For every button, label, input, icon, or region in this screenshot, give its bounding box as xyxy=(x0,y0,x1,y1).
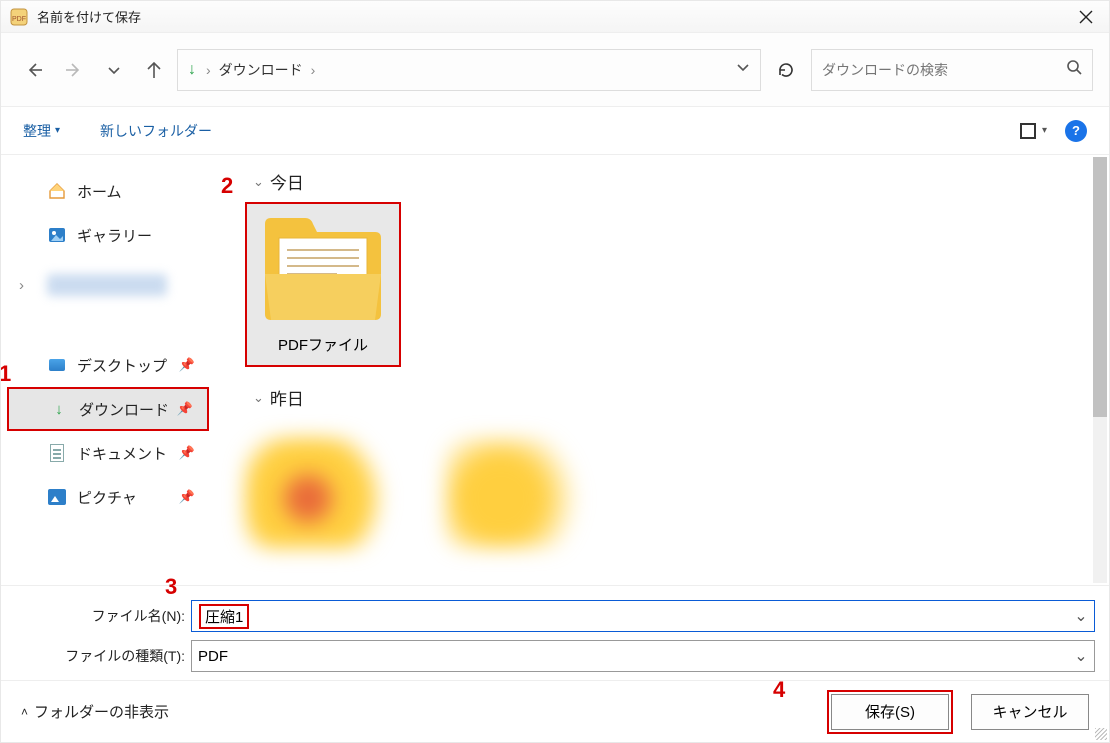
address-bar[interactable]: ↓ › ダウンロード › xyxy=(177,49,761,91)
nav-recent-button[interactable] xyxy=(97,53,131,87)
sidebar-item-home[interactable]: ホーム xyxy=(7,169,209,213)
breadcrumb-separator: › xyxy=(206,62,211,78)
sidebar-item-label: ギャラリー xyxy=(77,225,152,246)
window-title: 名前を付けて保存 xyxy=(37,7,141,26)
sidebar-item-label: ホーム xyxy=(77,181,122,202)
resize-grip[interactable] xyxy=(1095,728,1107,740)
filename-label: ファイル名(N): xyxy=(15,606,185,626)
breadcrumb: › ダウンロード › xyxy=(206,60,726,80)
home-icon xyxy=(48,183,66,199)
close-button[interactable] xyxy=(1063,1,1109,33)
refresh-icon xyxy=(777,61,795,79)
filetype-label: ファイルの種類(T): xyxy=(15,646,185,666)
download-icon: ↓ xyxy=(49,401,69,418)
sidebar-item-label: ドキュメント xyxy=(77,443,167,464)
help-button[interactable]: ? xyxy=(1065,120,1087,142)
sidebar-item-desktop[interactable]: デスクトップ 📌 xyxy=(7,343,209,387)
arrow-right-icon xyxy=(65,61,83,79)
search-box[interactable] xyxy=(811,49,1093,91)
sidebar: ホーム ギャラリー 1 デスクトップ 📌 ↓ ダウンロード 📌 xyxy=(1,155,213,585)
titlebar: PDF 名前を付けて保存 xyxy=(1,1,1109,33)
scrollbar-thumb[interactable] xyxy=(1093,157,1107,417)
address-expand[interactable] xyxy=(736,60,750,79)
sidebar-item-documents[interactable]: ドキュメント 📌 xyxy=(7,431,209,475)
folder-item-blurred[interactable] xyxy=(245,438,417,568)
file-fields: 3 ファイル名(N): 圧縮1 ⌄ ファイルの種類(T): PDF ⌄ xyxy=(1,585,1109,680)
filename-value: 圧縮1 xyxy=(199,604,249,629)
save-button[interactable]: 保存(S) xyxy=(831,694,949,730)
desktop-icon xyxy=(49,359,65,371)
filetype-row: ファイルの種類(T): PDF ⌄ xyxy=(15,640,1095,672)
new-folder-button[interactable]: 新しいフォルダー xyxy=(100,121,212,141)
view-mode-icon xyxy=(1020,123,1036,139)
folder-item-blurred[interactable] xyxy=(445,438,617,568)
download-icon: ↓ xyxy=(188,61,196,79)
sidebar-item-label: ダウンロード xyxy=(79,399,169,420)
hide-folders-button[interactable]: ˄ フォルダーの非表示 xyxy=(21,701,169,722)
gallery-icon xyxy=(48,227,66,243)
toolbar: 整理 ▾ 新しいフォルダー ▾ ? xyxy=(1,107,1109,155)
redacted-label xyxy=(47,274,167,296)
group-header-yesterday[interactable]: ⌄ 昨日 xyxy=(253,385,1097,410)
app-icon: PDF xyxy=(9,7,29,27)
annotation-2: 2 xyxy=(221,173,233,199)
document-icon xyxy=(50,444,64,462)
nav-row: ↓ › ダウンロード › xyxy=(1,33,1109,107)
filetype-dropdown[interactable]: ⌄ xyxy=(1068,646,1094,666)
footer: ˄ フォルダーの非表示 4 保存(S) キャンセル xyxy=(1,680,1109,742)
cancel-button[interactable]: キャンセル xyxy=(971,694,1089,730)
view-mode-button[interactable]: ▾ xyxy=(1020,123,1047,139)
filename-input[interactable]: 圧縮1 ⌄ xyxy=(191,600,1095,632)
breadcrumb-current[interactable]: ダウンロード xyxy=(219,60,303,80)
search-icon xyxy=(1066,59,1082,80)
refresh-button[interactable] xyxy=(767,51,805,89)
pin-icon: 📌 xyxy=(179,489,195,505)
chevron-down-icon: ⌄ xyxy=(253,174,264,190)
chevron-up-icon: ˄ xyxy=(21,705,28,719)
folder-item-selected[interactable]: PDFファイル xyxy=(245,202,401,367)
nav-back-button[interactable] xyxy=(17,53,51,87)
chevron-down-icon xyxy=(736,60,750,74)
close-icon xyxy=(1079,10,1093,24)
group-header-today[interactable]: ⌄ 今日 xyxy=(253,169,1097,194)
search-input[interactable] xyxy=(822,62,1066,78)
nav-up-button[interactable] xyxy=(137,53,171,87)
organize-menu[interactable]: 整理 ▾ xyxy=(23,121,60,141)
annotation-3: 3 xyxy=(165,574,177,600)
folder-label: PDFファイル xyxy=(278,334,368,355)
chevron-down-icon xyxy=(107,63,121,77)
sidebar-item-label: ピクチャ xyxy=(77,487,137,508)
filename-row: ファイル名(N): 圧縮1 ⌄ xyxy=(15,600,1095,632)
sidebar-item-label: デスクトップ xyxy=(77,355,167,376)
pin-icon: 📌 xyxy=(179,445,195,461)
main-area: ホーム ギャラリー 1 デスクトップ 📌 ↓ ダウンロード 📌 xyxy=(1,155,1109,585)
folder-open-icon xyxy=(257,210,389,328)
sidebar-item-pictures[interactable]: ピクチャ 📌 xyxy=(7,475,209,519)
arrow-up-icon xyxy=(145,61,163,79)
sidebar-item-gallery[interactable]: ギャラリー xyxy=(7,213,209,257)
filetype-select[interactable]: PDF ⌄ xyxy=(191,640,1095,672)
file-list-area[interactable]: 2 ⌄ 今日 PDFファイル ⌄ 昨日 xyxy=(213,155,1109,585)
svg-text:PDF: PDF xyxy=(12,16,26,23)
filename-dropdown[interactable]: ⌄ xyxy=(1068,606,1094,626)
arrow-left-icon xyxy=(25,61,43,79)
sidebar-item-cloud[interactable] xyxy=(7,263,209,307)
pin-icon: 📌 xyxy=(179,357,195,373)
nav-forward-button[interactable] xyxy=(57,53,91,87)
pictures-icon xyxy=(48,489,66,505)
annotation-4: 4 xyxy=(773,677,785,703)
pin-icon: 📌 xyxy=(177,401,193,417)
filetype-value: PDF xyxy=(198,648,228,665)
breadcrumb-separator: › xyxy=(311,62,316,78)
sidebar-item-downloads[interactable]: ↓ ダウンロード 📌 xyxy=(7,387,209,431)
save-as-dialog: PDF 名前を付けて保存 ↓ › ダウンロード › 整理 xyxy=(0,0,1110,743)
chevron-down-icon: ⌄ xyxy=(253,390,264,406)
